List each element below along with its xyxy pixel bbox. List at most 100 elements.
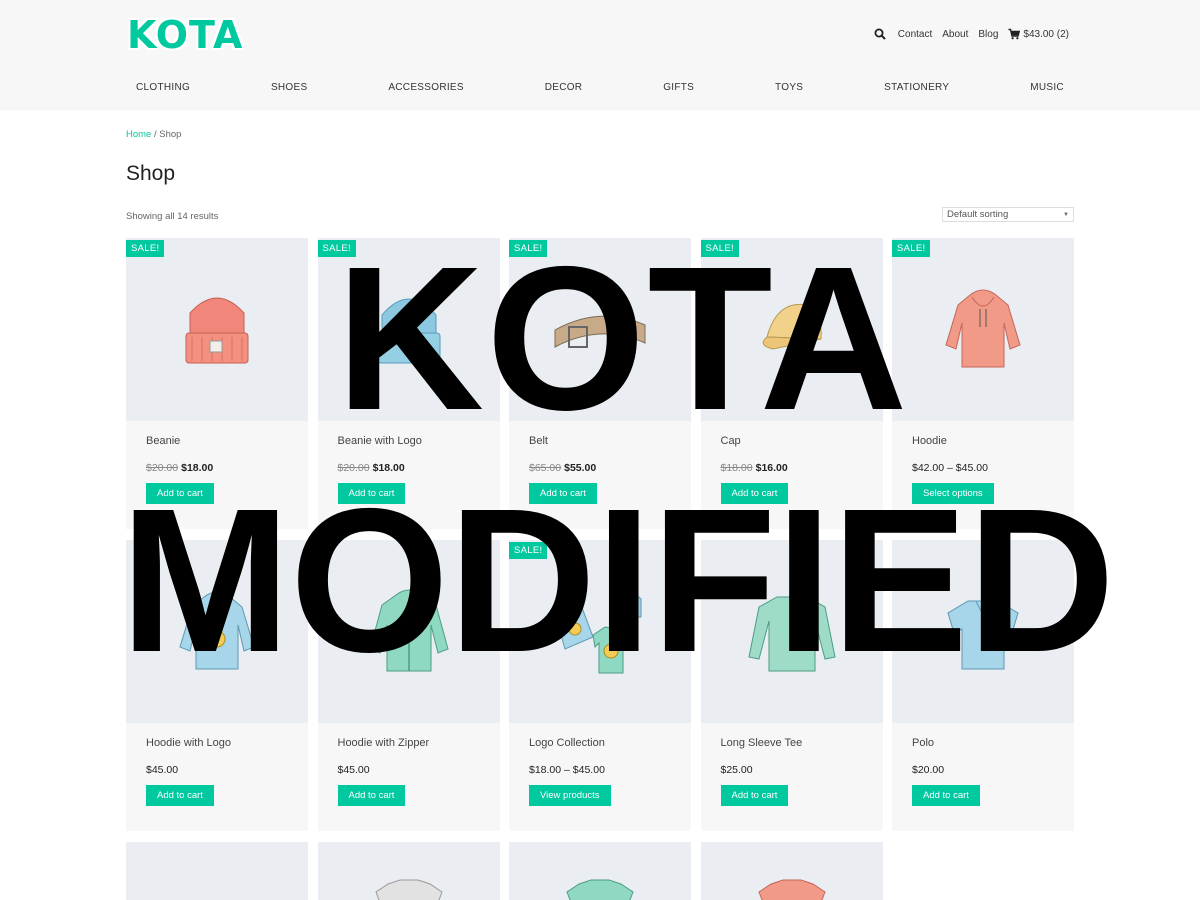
product-card[interactable]: SALE! Cap $18.00 $16.00 Add to cart (700, 238, 883, 529)
product-image-cap[interactable] (700, 238, 883, 421)
nav-item-stationery[interactable]: STATIONERY (874, 82, 959, 93)
sale-badge: SALE! (892, 240, 931, 257)
product-card[interactable]: Hoodie with Logo $45.00 Add to cart (126, 540, 308, 831)
product-card[interactable] (317, 842, 500, 900)
product-price: $45.00 (338, 764, 370, 776)
product-regular-price: $45.00 (337, 764, 370, 776)
product-price-range: $18.00 – $45.00 (529, 764, 605, 776)
product-card[interactable] (126, 842, 308, 900)
product-name[interactable]: Long Sleeve Tee (721, 737, 803, 749)
add-to-cart-button[interactable]: Add to cart (337, 483, 406, 504)
blog-link[interactable]: Blog (978, 29, 998, 40)
sale-badge: SALE! (700, 240, 739, 257)
product-name[interactable]: Polo (912, 737, 934, 749)
breadcrumb: Home / Shop (126, 129, 181, 140)
product-name[interactable]: Beanie with Logo (338, 435, 422, 447)
page-title: Shop (126, 162, 176, 185)
site-logo[interactable]: KOTA (127, 13, 243, 57)
product-name[interactable]: Belt (529, 435, 548, 447)
add-to-cart-button[interactable]: Add to cart (912, 785, 980, 806)
product-name[interactable]: Hoodie (912, 435, 947, 447)
product-price: $42.00 – $45.00 (912, 462, 988, 474)
product-regular-price: $25.00 (720, 764, 753, 776)
product-price: $18.00 – $45.00 (529, 764, 605, 776)
product-card[interactable]: SALE! Logo Collection $18.00 – $45.00 Vi… (509, 540, 691, 831)
sort-select[interactable]: Default sorting ▼ (942, 207, 1074, 222)
product-card[interactable]: SALE! Beanie $20.00 $18.00 Add to cart (126, 238, 308, 529)
product-image[interactable] (126, 842, 308, 900)
product-sale-price: $55.00 (564, 462, 597, 474)
product-image-polo[interactable] (892, 540, 1074, 723)
result-count: Showing all 14 results (126, 211, 219, 222)
product-name[interactable]: Logo Collection (529, 737, 605, 749)
product-card[interactable]: Long Sleeve Tee $25.00 Add to cart (700, 540, 883, 831)
breadcrumb-home-link[interactable]: Home (126, 129, 151, 140)
product-image[interactable] (700, 842, 883, 900)
main-nav: CLOTHING SHOES ACCESSORIES DECOR GIFTS T… (126, 82, 1074, 93)
product-card[interactable] (700, 842, 883, 900)
product-price: $45.00 (146, 764, 178, 776)
add-to-cart-button[interactable]: Add to cart (720, 785, 789, 806)
sale-badge: SALE! (509, 542, 548, 559)
product-image[interactable] (509, 842, 691, 900)
add-to-cart-button[interactable]: Add to cart (337, 785, 406, 806)
product-card[interactable]: SALE! Hoodie $42.00 – $45.00 Select opti… (892, 238, 1074, 529)
product-image-hoodie[interactable] (892, 238, 1074, 421)
product-image-belt[interactable] (509, 238, 691, 421)
product-image-long-sleeve-tee[interactable] (700, 540, 883, 723)
product-old-price: $18.00 (720, 462, 753, 474)
select-options-button[interactable]: Select options (912, 483, 994, 504)
product-sale-price: $18.00 (181, 462, 214, 474)
nav-item-gifts[interactable]: GIFTS (653, 82, 704, 93)
product-regular-price: $20.00 (912, 764, 945, 776)
product-card[interactable]: SALE! Beanie with Logo $20.00 $18.00 Add … (317, 238, 500, 529)
search-icon[interactable] (874, 28, 886, 40)
cart-link[interactable]: $43.00 (2) (1008, 28, 1069, 40)
product-name[interactable]: Beanie (146, 435, 180, 447)
product-old-price: $20.00 (337, 462, 370, 474)
product-image-hoodie-with-logo[interactable] (126, 540, 308, 723)
nav-item-shoes[interactable]: SHOES (261, 82, 318, 93)
nav-item-decor[interactable]: DECOR (535, 82, 593, 93)
site-header: KOTA Contact About Blog $43.00 (2) CLOTH… (0, 0, 1200, 108)
product-price: $20.00 $18.00 (338, 462, 405, 474)
product-name[interactable]: Hoodie with Logo (146, 737, 231, 749)
product-name[interactable]: Cap (721, 435, 741, 447)
product-image-beanie[interactable] (126, 238, 308, 421)
breadcrumb-current: Shop (159, 129, 182, 140)
product-image-logo-collection[interactable] (509, 540, 691, 723)
view-products-button[interactable]: View products (529, 785, 611, 806)
product-image-hoodie-with-zipper[interactable] (317, 540, 500, 723)
product-price-range: $42.00 – $45.00 (912, 462, 988, 474)
product-old-price: $65.00 (529, 462, 562, 474)
cart-icon (1008, 28, 1021, 40)
nav-item-toys[interactable]: TOYS (765, 82, 813, 93)
product-name[interactable]: Hoodie with Zipper (338, 737, 430, 749)
product-sale-price: $18.00 (372, 462, 405, 474)
nav-item-clothing[interactable]: CLOTHING (126, 82, 200, 93)
product-image[interactable] (317, 842, 500, 900)
product-card[interactable]: Hoodie with Zipper $45.00 Add to cart (317, 540, 500, 831)
nav-item-accessories[interactable]: ACCESSORIES (378, 82, 474, 93)
nav-item-music[interactable]: MUSIC (1020, 82, 1074, 93)
product-price: $25.00 (721, 764, 753, 776)
sale-badge: SALE! (509, 240, 548, 257)
cart-total: $43.00 (2) (1023, 28, 1069, 40)
contact-link[interactable]: Contact (898, 29, 932, 40)
add-to-cart-button[interactable]: Add to cart (529, 483, 597, 504)
sort-select-value: Default sorting (947, 209, 1009, 220)
product-card[interactable]: Polo $20.00 Add to cart (892, 540, 1074, 831)
add-to-cart-button[interactable]: Add to cart (146, 785, 214, 806)
about-link[interactable]: About (942, 29, 968, 40)
product-card[interactable] (509, 842, 691, 900)
product-grid: SALE! Beanie $20.00 $18.00 Add to cart SA… (126, 238, 1074, 900)
add-to-cart-button[interactable]: Add to cart (720, 483, 789, 504)
sale-badge: SALE! (317, 240, 356, 257)
product-old-price: $20.00 (146, 462, 179, 474)
product-image-beanie-with-logo[interactable] (317, 238, 500, 421)
product-price: $18.00 $16.00 (721, 462, 788, 474)
product-card[interactable]: SALE! Belt $65.00 $55.00 Add to cart (509, 238, 691, 529)
product-price: $20.00 $18.00 (146, 462, 213, 474)
header-utility-links: Contact About Blog $43.00 (2) (874, 28, 1069, 40)
add-to-cart-button[interactable]: Add to cart (146, 483, 214, 504)
